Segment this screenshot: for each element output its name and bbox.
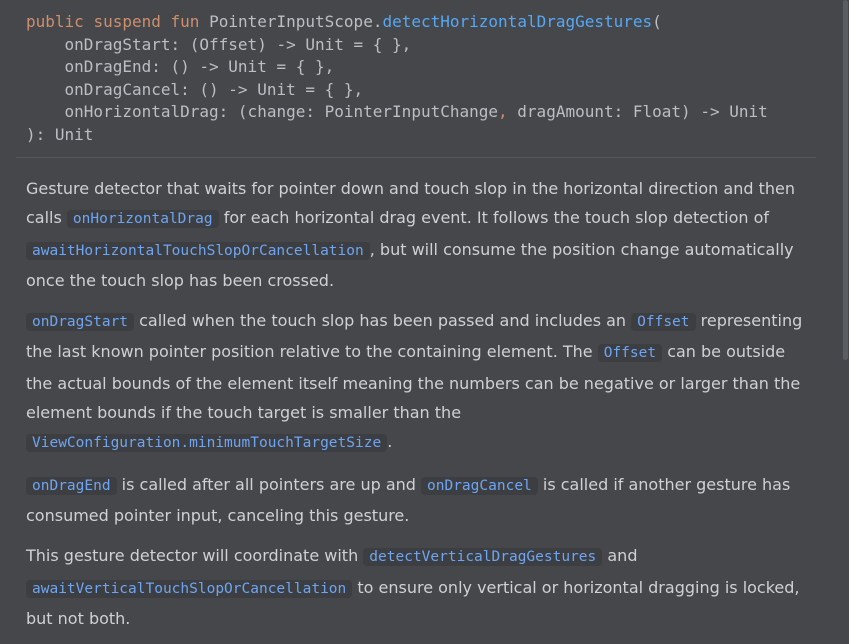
param-on-drag-cancel: onDragCancel: () -> Unit = { }, xyxy=(26,79,364,99)
link-offset[interactable]: Offset xyxy=(631,313,696,332)
doc-paragraph-4: This gesture detector will coordinate wi… xyxy=(26,541,816,633)
link-minimum-touch-target-size[interactable]: ViewConfiguration.minimumTouchTargetSize xyxy=(26,434,388,453)
keyword-public: public xyxy=(26,12,84,31)
keyword-suspend: suspend xyxy=(93,12,161,31)
doc-text: This gesture detector will coordinate wi… xyxy=(26,546,364,566)
open-paren: ( xyxy=(652,12,662,31)
link-on-drag-start[interactable]: onDragStart xyxy=(26,313,135,332)
link-await-horizontal-touch-slop[interactable]: awaitHorizontalTouchSlopOrCancellation xyxy=(26,241,370,260)
vertical-scrollbar[interactable] xyxy=(843,0,848,360)
link-on-horizontal-drag[interactable]: onHorizontalDrag xyxy=(66,210,219,229)
doc-text: is called after all pointers are up and xyxy=(116,474,422,494)
link-await-vertical-touch-slop[interactable]: awaitVerticalTouchSlopOrCancellation xyxy=(26,579,353,598)
doc-text: and xyxy=(602,546,638,566)
function-name: detectHorizontalDragGestures xyxy=(382,12,653,31)
param-drag-amount: dragAmount: Float) -> Unit xyxy=(507,102,768,122)
param-comma: , xyxy=(498,102,508,122)
function-signature: public suspend fun PointerInputScope.det… xyxy=(26,11,768,147)
doc-paragraph-2: onDragStart called when the touch slop h… xyxy=(26,306,816,458)
param-on-drag-end: onDragEnd: () -> Unit = { }, xyxy=(26,57,335,77)
link-on-drag-cancel[interactable]: onDragCancel xyxy=(421,476,538,495)
link-offset-2[interactable]: Offset xyxy=(597,344,663,363)
keyword-fun: fun xyxy=(170,12,200,31)
separator xyxy=(16,157,816,158)
doc-paragraph-1: Gesture detector that waits for pointer … xyxy=(26,174,816,295)
doc-text: called when the touch slop has been pass… xyxy=(134,311,632,331)
link-detect-vertical-drag-gestures[interactable]: detectVerticalDragGestures xyxy=(363,548,603,567)
param-on-drag-start: onDragStart: (Offset) -> Unit = { }, xyxy=(26,34,412,54)
documentation-body: Gesture detector that waits for pointer … xyxy=(26,174,816,644)
receiver-type: PointerInputScope. xyxy=(209,12,383,31)
doc-paragraph-3: onDragEnd is called after all pointers a… xyxy=(26,470,816,531)
param-on-horizontal-drag: onHorizontalDrag: (change: PointerInputC… xyxy=(26,102,499,122)
doc-text: for each horizontal drag event. It follo… xyxy=(218,208,770,228)
return-type: ): Unit xyxy=(26,124,94,144)
doc-text: . xyxy=(387,432,393,452)
link-on-drag-end[interactable]: onDragEnd xyxy=(26,476,117,495)
